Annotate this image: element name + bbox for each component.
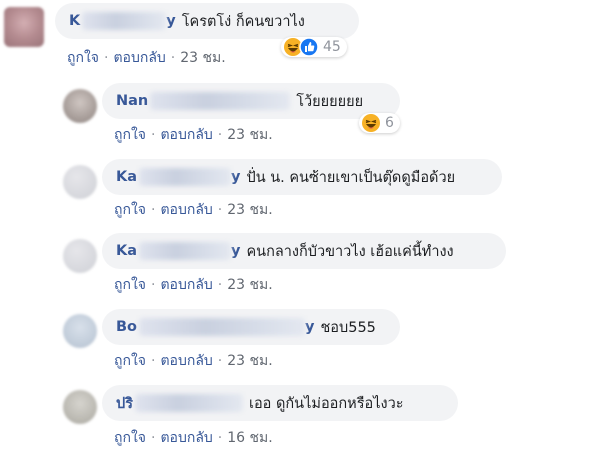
timestamp[interactable]: 16 ชม. <box>227 430 272 446</box>
reply-link[interactable]: ตอบกลับ <box>160 430 212 446</box>
like-link[interactable]: ถูกใจ <box>67 50 99 66</box>
blurred-name <box>82 12 167 30</box>
comment-bubble: K y โครตโง่ ก็คนขวาไง <box>55 3 359 39</box>
blurred-name <box>139 242 232 260</box>
comment-author[interactable]: K y <box>69 12 176 30</box>
comment-author[interactable]: Nan <box>116 92 291 110</box>
avatar[interactable] <box>63 390 97 424</box>
comment-actions: ถูกใจ · ตอบกลับ · 23 ชม. <box>114 127 273 143</box>
like-link[interactable]: ถูกใจ <box>114 127 146 143</box>
comment-actions: ถูกใจ · ตอบกลับ · 23 ชม. <box>114 353 273 369</box>
like-link[interactable]: ถูกใจ <box>114 277 146 293</box>
comment-author[interactable]: Ka y <box>116 242 240 260</box>
like-link[interactable]: ถูกใจ <box>114 353 146 369</box>
comment-bubble: Nan โว้ยยยยยย <box>102 83 400 119</box>
reaction-count: 6 <box>385 115 394 131</box>
comment-text: โว้ยยยยยย <box>296 93 364 110</box>
like-icon <box>299 37 319 57</box>
like-link[interactable]: ถูกใจ <box>114 202 146 218</box>
reply-link[interactable]: ตอบกลับ <box>160 202 212 218</box>
like-link[interactable]: ถูกใจ <box>114 430 146 446</box>
blurred-name <box>139 318 306 336</box>
timestamp[interactable]: 23 ชม. <box>180 50 225 66</box>
avatar[interactable] <box>63 165 97 199</box>
comment-text: ชอบ555 <box>320 319 376 336</box>
reaction-count: 45 <box>323 39 341 55</box>
comment-text: คนกลางก็บัวขาวไง เฮ้อแค่นี้ทำงง <box>246 243 454 260</box>
comment-text: ปั่น น. คนซ้ายเขาเป็นตุ๊ดดูมือด้วย <box>246 169 456 186</box>
reply-link[interactable]: ตอบกลับ <box>160 127 212 143</box>
blurred-name <box>150 92 291 110</box>
timestamp[interactable]: 23 ชม. <box>227 127 272 143</box>
comment-actions: ถูกใจ · ตอบกลับ · 23 ชม. <box>67 50 226 66</box>
timestamp[interactable]: 23 ชม. <box>227 202 272 218</box>
reply-link[interactable]: ตอบกลับ <box>160 353 212 369</box>
comment-author[interactable]: Ka y <box>116 168 240 186</box>
comment-actions: ถูกใจ · ตอบกลับ · 16 ชม. <box>114 430 273 446</box>
avatar[interactable] <box>63 314 97 348</box>
comment-actions: ถูกใจ · ตอบกลับ · 23 ชม. <box>114 202 273 218</box>
avatar[interactable] <box>4 7 44 47</box>
reply-link[interactable]: ตอบกลับ <box>160 277 212 293</box>
avatar[interactable] <box>63 89 97 123</box>
comment-text: โครตโง่ ก็คนขวาไง <box>181 13 305 30</box>
haha-icon <box>362 114 380 132</box>
comment-author[interactable]: ปริ <box>116 392 243 415</box>
reply-link[interactable]: ตอบกลับ <box>113 50 165 66</box>
avatar[interactable] <box>63 239 97 273</box>
comment-actions: ถูกใจ · ตอบกลับ · 23 ชม. <box>114 277 273 293</box>
comment-bubble: Ka y คนกลางก็บัวขาวไง เฮ้อแค่นี้ทำงง <box>102 233 506 269</box>
blurred-name <box>139 168 232 186</box>
comment-bubble: Ka y ปั่น น. คนซ้ายเขาเป็นตุ๊ดดูมือด้วย <box>102 159 502 195</box>
reaction-summary[interactable]: 6 <box>359 113 400 133</box>
blurred-name <box>135 394 243 412</box>
comment-bubble: ปริ เออ ดูกันไม่ออกหรือไงวะ <box>102 385 458 421</box>
reaction-summary[interactable]: 45 <box>281 37 347 57</box>
timestamp[interactable]: 23 ชม. <box>227 277 272 293</box>
comment-bubble: Bo y ชอบ555 <box>102 309 400 345</box>
timestamp[interactable]: 23 ชม. <box>227 353 272 369</box>
comment-text: เออ ดูกันไม่ออกหรือไงวะ <box>249 395 404 412</box>
comment-author[interactable]: Bo y <box>116 318 314 336</box>
